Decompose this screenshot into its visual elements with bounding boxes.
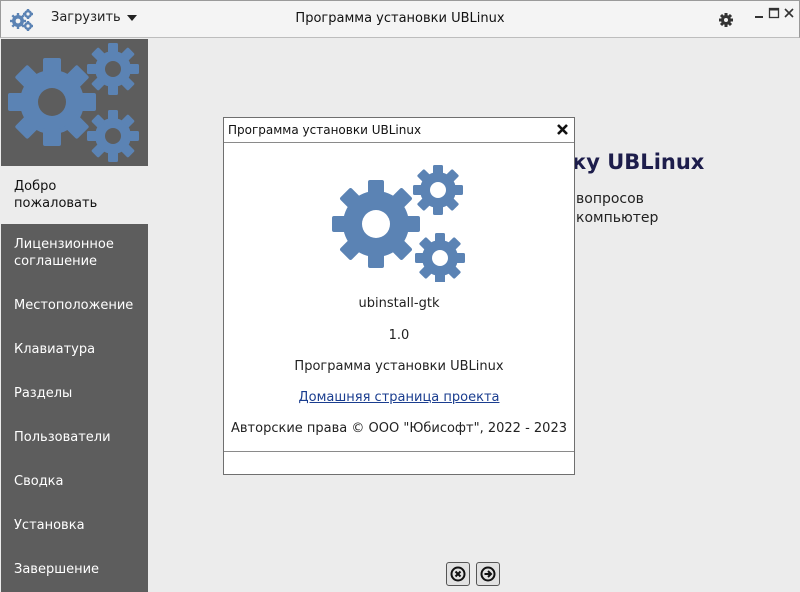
sidebar-item-finish[interactable]: Завершение	[1, 547, 148, 591]
sidebar-item-label: Местоположение	[14, 297, 134, 313]
gear-logo-icon	[332, 165, 465, 282]
sidebar-item-label: Клавиатура	[14, 341, 96, 357]
welcome-title: ку UBLinux	[572, 150, 705, 174]
homepage-link[interactable]: Домашняя страница проекта	[299, 390, 500, 405]
sidebar: Добро пожаловать Лицензионное соглашение…	[1, 39, 148, 592]
header-bar: Загрузить Программа установки UBLinux	[0, 0, 800, 38]
welcome-text-line: компьютер	[576, 210, 659, 226]
welcome-text-line: вопросов	[576, 191, 644, 207]
cancel-icon	[450, 566, 466, 582]
sidebar-item-install[interactable]: Установка	[1, 503, 148, 547]
sidebar-item-partitions[interactable]: Разделы	[1, 371, 148, 415]
load-menu-button[interactable]: Загрузить	[51, 10, 137, 25]
dialog-footer-divider	[224, 451, 574, 452]
dialog-title: Программа установки UBLinux	[228, 123, 422, 137]
sidebar-item-location[interactable]: Местоположение	[1, 283, 148, 327]
sidebar-item-license[interactable]: Лицензионное соглашение	[1, 225, 148, 281]
settings-gear-icon[interactable]	[718, 12, 734, 28]
sidebar-item-keyboard[interactable]: Клавиатура	[1, 327, 148, 371]
sidebar-item-summary[interactable]: Сводка	[1, 459, 148, 503]
gear-logo-icon	[8, 43, 139, 162]
homepage-link-row: Домашняя страница проекта	[224, 390, 574, 405]
maximize-icon[interactable]	[768, 7, 780, 19]
next-button[interactable]	[476, 562, 500, 586]
app-version: 1.0	[388, 328, 410, 343]
arrow-right-icon	[480, 566, 496, 582]
chevron-down-icon	[126, 15, 137, 21]
sidebar-item-users[interactable]: Пользователи	[1, 415, 148, 459]
sidebar-item-label: Установка	[14, 517, 85, 533]
close-icon[interactable]	[783, 7, 795, 19]
load-menu-label: Загрузить	[51, 10, 121, 25]
sidebar-item-label: Сводка	[14, 473, 64, 489]
sidebar-item-label: Добро пожаловать	[14, 179, 98, 211]
app-description: Программа установки UBLinux	[294, 359, 504, 374]
close-icon[interactable]	[556, 123, 569, 136]
app-name: ubinstall-gtk	[358, 296, 440, 311]
minimize-icon[interactable]	[753, 7, 765, 19]
welcome-text: вопросов компьютер	[576, 190, 658, 228]
copyright-text: Авторские права © ООО "Юбисофт", 2022 - …	[231, 421, 567, 436]
dialog-header: Программа установки UBLinux	[224, 118, 574, 143]
sidebar-item-label: Разделы	[14, 385, 73, 401]
sidebar-item-welcome[interactable]: Добро пожаловать	[1, 166, 148, 224]
sidebar-item-label: Лицензионное соглашение	[14, 237, 114, 269]
sidebar-item-label: Завершение	[14, 561, 100, 577]
gear-cluster-icon	[10, 9, 33, 31]
cancel-button[interactable]	[446, 562, 470, 586]
about-dialog: Программа установки UBLinux ubinstall-gt…	[223, 117, 575, 475]
sidebar-item-label: Пользователи	[14, 429, 111, 445]
